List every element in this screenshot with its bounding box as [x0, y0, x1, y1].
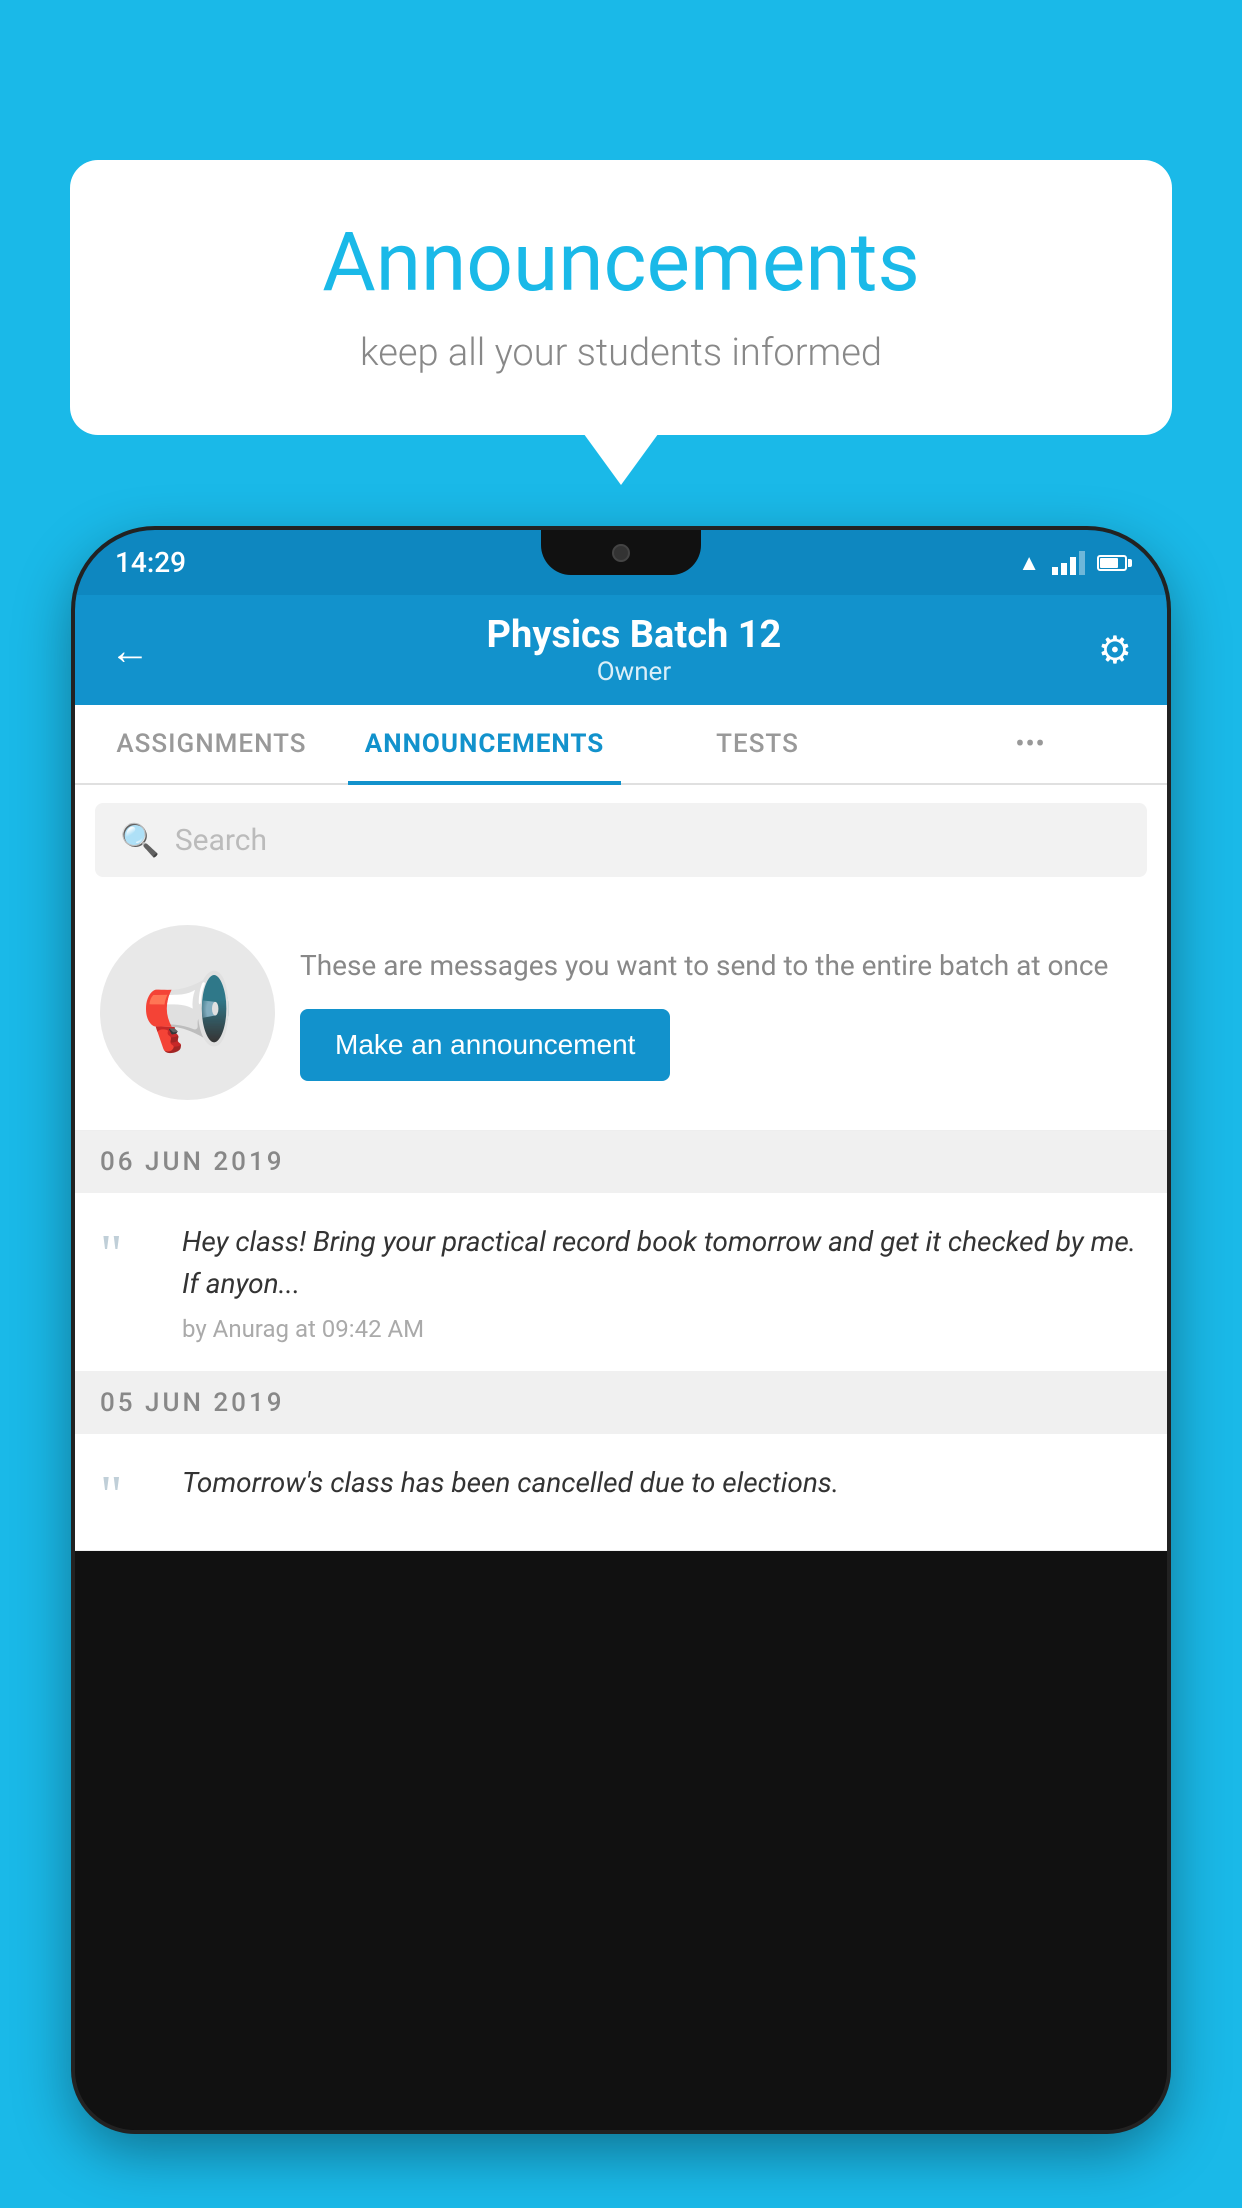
phone-bottom-bar	[75, 2050, 1167, 2130]
make-announcement-button[interactable]: Make an announcement	[300, 1009, 670, 1081]
announcement-text-1: Hey class! Bring your practical record b…	[182, 1221, 1142, 1305]
date-section-1: 06 JUN 2019	[75, 1131, 1167, 1193]
app-bar-subtitle: Owner	[170, 657, 1098, 687]
announcement-text-2: Tomorrow's class has been cancelled due …	[182, 1462, 1142, 1504]
tab-tests[interactable]: TESTS	[621, 705, 894, 783]
back-button[interactable]: ←	[110, 627, 150, 674]
announcement-text-area-1: Hey class! Bring your practical record b…	[182, 1221, 1142, 1343]
bubble-subtitle: keep all your students informed	[130, 331, 1112, 375]
tab-more[interactable]: •••	[894, 705, 1167, 783]
search-icon: 🔍	[120, 821, 160, 859]
phone-content: 🔍 Search 📢 These are messages you want t…	[75, 785, 1167, 1551]
announcement-icon-circle: 📢	[100, 925, 275, 1100]
wifi-icon: ▲	[1018, 550, 1040, 576]
status-bar: 14:29 ▲	[75, 530, 1167, 595]
phone-frame: 14:29 ▲ ←	[75, 530, 1167, 2130]
phone-mockup: 14:29 ▲ ←	[75, 530, 1167, 2208]
quote-icon-1: "	[100, 1226, 160, 1281]
app-bar: ← Physics Batch 12 Owner ⚙	[75, 595, 1167, 705]
app-bar-title-section: Physics Batch 12 Owner	[170, 613, 1098, 687]
tab-assignments[interactable]: ASSIGNMENTS	[75, 705, 348, 783]
search-bar[interactable]: 🔍 Search	[95, 803, 1147, 877]
speech-bubble-section: Announcements keep all your students inf…	[70, 160, 1172, 435]
speech-bubble: Announcements keep all your students inf…	[70, 160, 1172, 435]
notch	[541, 530, 701, 575]
announcement-item-2[interactable]: " Tomorrow's class has been cancelled du…	[75, 1434, 1167, 1551]
battery-icon	[1097, 555, 1127, 571]
app-bar-title: Physics Batch 12	[170, 613, 1098, 657]
status-icons: ▲	[1018, 550, 1127, 576]
camera-notch	[612, 544, 630, 562]
announcement-text-area-2: Tomorrow's class has been cancelled due …	[182, 1462, 1142, 1514]
tabs-bar: ASSIGNMENTS ANNOUNCEMENTS TESTS •••	[75, 705, 1167, 785]
tab-announcements[interactable]: ANNOUNCEMENTS	[348, 705, 621, 783]
date-label-2: 05 JUN 2019	[100, 1388, 285, 1418]
announcement-description: These are messages you want to send to t…	[300, 945, 1142, 987]
announcement-item-1[interactable]: " Hey class! Bring your practical record…	[75, 1193, 1167, 1372]
announcement-meta-1: by Anurag at 09:42 AM	[182, 1315, 1142, 1343]
search-container: 🔍 Search	[75, 785, 1167, 895]
settings-button[interactable]: ⚙	[1098, 628, 1132, 673]
megaphone-icon: 📢	[141, 969, 234, 1057]
bubble-title: Announcements	[130, 215, 1112, 311]
date-section-2: 05 JUN 2019	[75, 1372, 1167, 1434]
announcement-prompt-right: These are messages you want to send to t…	[300, 945, 1142, 1081]
quote-icon-2: "	[100, 1467, 160, 1522]
signal-bars-icon	[1052, 551, 1085, 575]
date-label-1: 06 JUN 2019	[100, 1147, 285, 1177]
search-placeholder: Search	[175, 823, 267, 858]
announcement-prompt: 📢 These are messages you want to send to…	[75, 895, 1167, 1131]
status-time: 14:29	[115, 546, 186, 579]
